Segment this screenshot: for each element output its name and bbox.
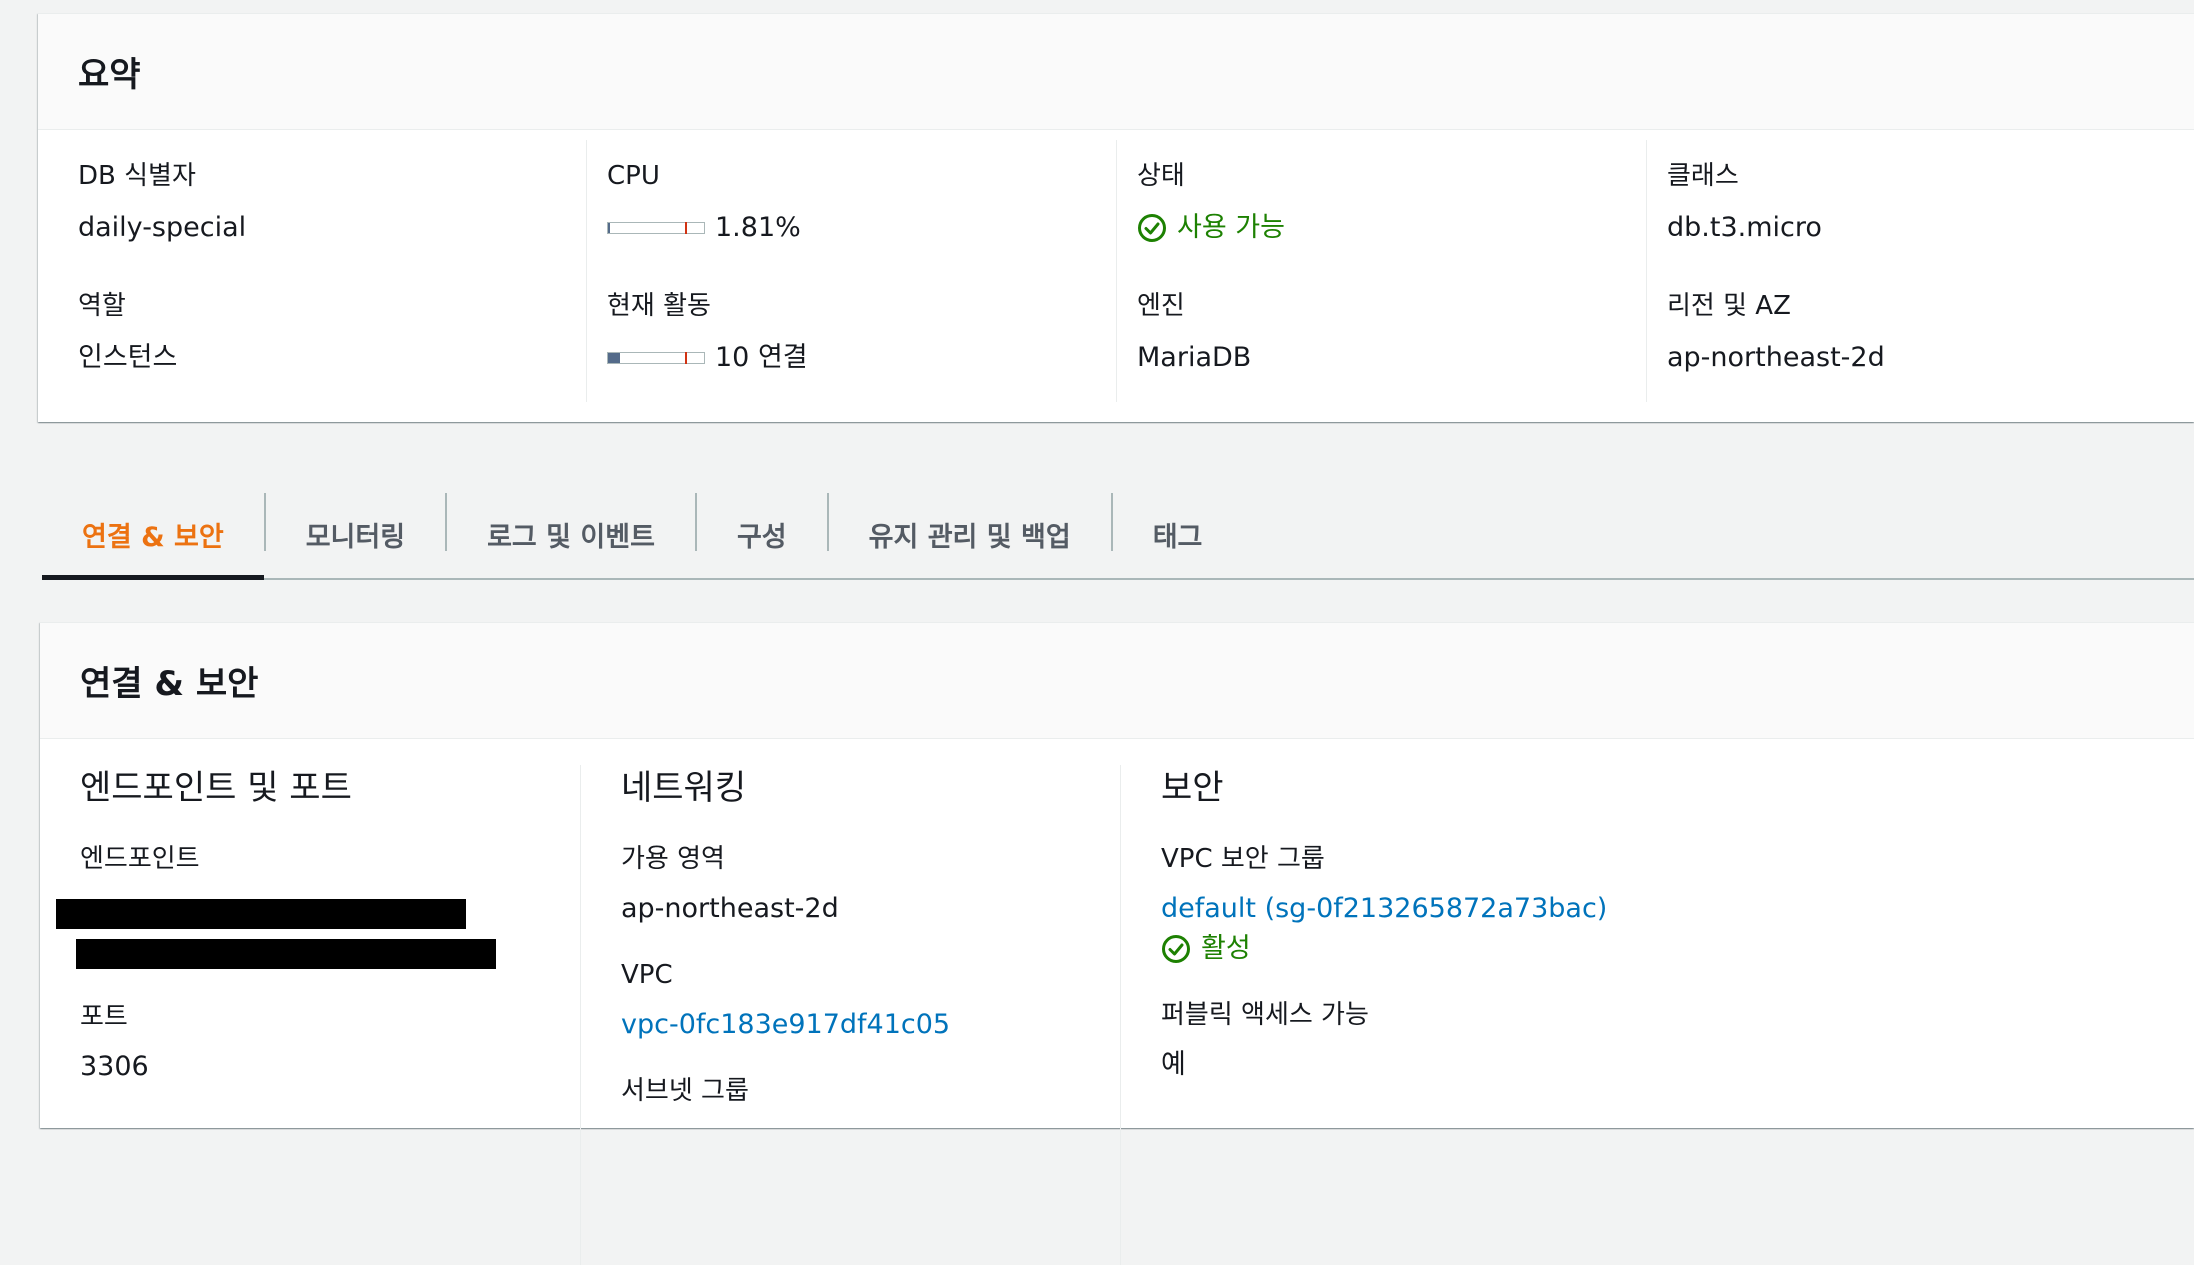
activity-meter: [607, 352, 705, 364]
summary-header: 요약: [38, 14, 2194, 130]
redaction-bar: [76, 939, 496, 969]
tab-maintenance-backups[interactable]: 유지 관리 및 백업: [829, 490, 1111, 578]
summary-col-class: 클래스 db.t3.micro 리전 및 AZ ap-northeast-2d: [1646, 140, 2176, 402]
db-identifier-label: DB 식별자: [78, 161, 196, 191]
class-value: db.t3.micro: [1667, 212, 1822, 243]
az-label: 가용 영역: [621, 844, 725, 874]
activity-field: 현재 활동 10 연결: [607, 270, 1116, 400]
check-circle-icon: [1162, 935, 1190, 963]
security-group-field: VPC 보안 그룹 default (sg-0f213265872a73bac)…: [1161, 841, 2120, 967]
engine-label: 엔진: [1137, 291, 1185, 321]
tab-monitoring[interactable]: 모니터링: [266, 490, 445, 578]
role-field: 역할 인스턴스: [78, 270, 586, 400]
subnet-group-label: 서브넷 그룹: [621, 1076, 749, 1106]
cpu-label: CPU: [607, 161, 660, 191]
tab-configuration[interactable]: 구성: [697, 490, 827, 578]
az-field: 가용 영역 ap-northeast-2d: [621, 841, 1120, 927]
endpoint-field: 엔드포인트: [56, 841, 580, 969]
tab-tags[interactable]: 태그: [1113, 490, 1243, 578]
connectivity-header: 연결 & 보안: [40, 623, 2194, 739]
region-az-value: ap-northeast-2d: [1667, 342, 1885, 373]
status-field: 상태 사용 가능: [1137, 140, 1646, 270]
engine-field: 엔진 MariaDB: [1137, 270, 1646, 400]
networking-section: 네트워킹 가용 영역 ap-northeast-2d VPC vpc-0fc18…: [580, 765, 1120, 1265]
summary-grid: DB 식별자 daily-special 역할 인스턴스 CPU 1.81% 현…: [38, 130, 2194, 402]
endpoint-value-redacted: [56, 899, 580, 969]
activity-value-row: 10 연결: [607, 340, 1116, 376]
tab-logs-events[interactable]: 로그 및 이벤트: [447, 490, 695, 578]
check-circle-icon: [1138, 214, 1166, 242]
role-value: 인스턴스: [78, 342, 178, 373]
status-value: 사용 가능: [1177, 212, 1285, 243]
subnet-group-field: 서브넷 그룹: [621, 1073, 1120, 1109]
security-title: 보안: [1161, 768, 1224, 808]
summary-col-cpu: CPU 1.81% 현재 활동 10 연결: [586, 140, 1116, 402]
cpu-value-row: 1.81%: [607, 210, 1116, 246]
az-value: ap-northeast-2d: [621, 893, 839, 924]
endpoint-port-title: 엔드포인트 및 포트: [80, 768, 352, 808]
region-az-field: 리전 및 AZ ap-northeast-2d: [1667, 270, 2176, 400]
endpoint-port-section: 엔드포인트 및 포트 엔드포인트 포트 3306: [40, 765, 580, 1265]
connectivity-title: 연결 & 보안: [80, 664, 259, 704]
db-identifier-field: DB 식별자 daily-special: [78, 140, 586, 270]
public-access-value: 예: [1161, 1049, 1186, 1080]
activity-meter-fill: [608, 353, 620, 363]
db-identifier-value: daily-special: [78, 212, 247, 243]
status-label: 상태: [1137, 161, 1185, 191]
vpc-link[interactable]: vpc-0fc183e917df41c05: [621, 1007, 1120, 1043]
activity-label: 현재 활동: [607, 291, 711, 321]
activity-value: 10 연결: [715, 342, 808, 373]
class-label: 클래스: [1667, 161, 1739, 191]
engine-value: MariaDB: [1137, 342, 1252, 373]
vpc-field: VPC vpc-0fc183e917df41c05: [621, 957, 1120, 1043]
port-label: 포트: [80, 1002, 128, 1032]
endpoint-label: 엔드포인트: [80, 844, 200, 874]
activity-meter-threshold: [684, 352, 687, 364]
networking-title: 네트워킹: [621, 768, 747, 808]
cpu-value: 1.81%: [715, 212, 801, 243]
summary-title: 요약: [78, 55, 141, 95]
connectivity-grid: 엔드포인트 및 포트 엔드포인트 포트 3306 네트워킹 가용 영역 ap-n…: [40, 739, 2194, 1265]
cpu-field: CPU 1.81%: [607, 140, 1116, 270]
summary-col-identifier: DB 식별자 daily-special 역할 인스턴스: [38, 140, 586, 402]
port-value: 3306: [80, 1051, 149, 1082]
security-group-status-row: 활성: [1161, 931, 2120, 967]
region-az-label: 리전 및 AZ: [1667, 291, 1791, 321]
vpc-label: VPC: [621, 960, 673, 990]
role-label: 역할: [78, 291, 126, 321]
class-field: 클래스 db.t3.micro: [1667, 140, 2176, 270]
security-group-link[interactable]: default (sg-0f213265872a73bac): [1161, 891, 2120, 927]
redaction-bar: [56, 899, 466, 929]
public-access-label: 퍼블릭 액세스 가능: [1161, 1000, 1369, 1030]
cpu-meter-fill: [608, 223, 610, 233]
public-access-field: 퍼블릭 액세스 가능 예: [1161, 997, 2120, 1083]
connectivity-panel: 연결 & 보안 엔드포인트 및 포트 엔드포인트 포트 3306 네트워킹 가용…: [40, 622, 2194, 1265]
tab-connectivity-security[interactable]: 연결 & 보안: [42, 490, 264, 580]
cpu-meter: [607, 222, 705, 234]
summary-panel: 요약 DB 식별자 daily-special 역할 인스턴스 CPU 1.81…: [38, 13, 2194, 422]
status-value-row: 사용 가능: [1137, 210, 1646, 246]
security-section: 보안 VPC 보안 그룹 default (sg-0f213265872a73b…: [1120, 765, 2120, 1265]
security-group-label: VPC 보안 그룹: [1161, 844, 1325, 874]
security-group-status: 활성: [1201, 933, 1251, 964]
cpu-meter-threshold: [684, 222, 687, 234]
summary-col-status: 상태 사용 가능 엔진 MariaDB: [1116, 140, 1646, 402]
port-field: 포트 3306: [80, 999, 580, 1085]
detail-tabs: 연결 & 보안 모니터링 로그 및 이벤트 구성 유지 관리 및 백업 태그: [42, 490, 2194, 580]
